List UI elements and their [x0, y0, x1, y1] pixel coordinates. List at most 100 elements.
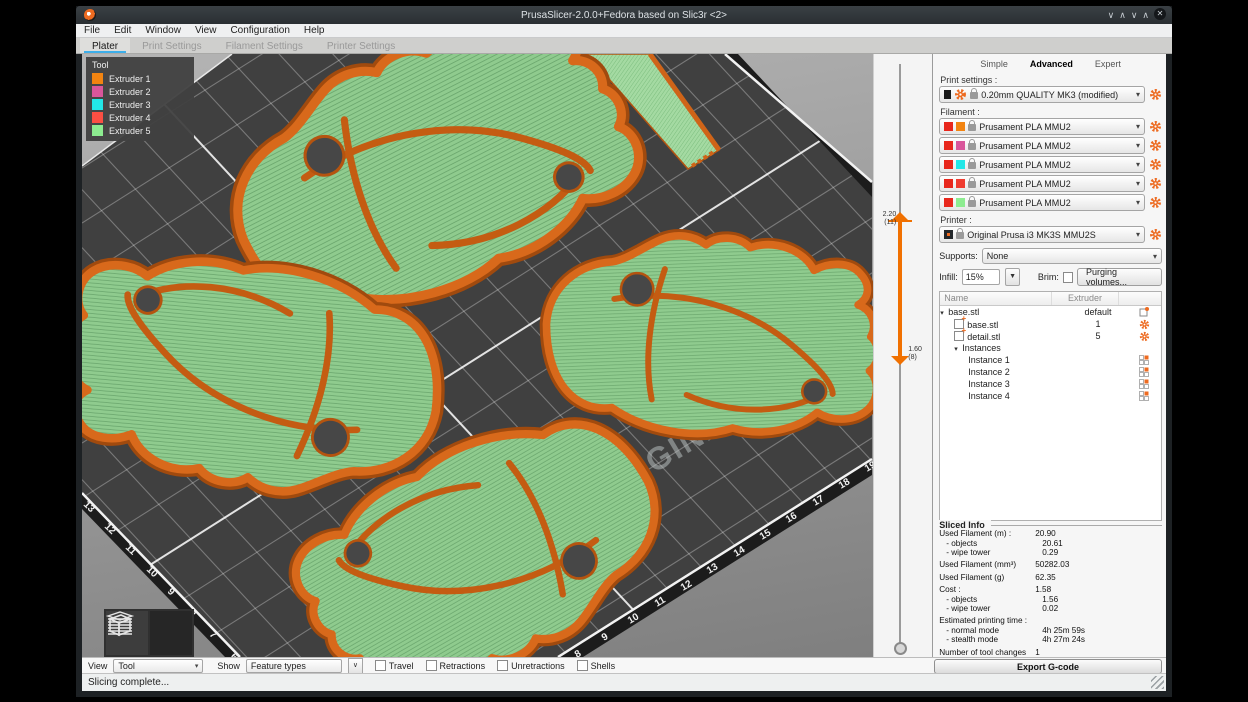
- menu-file[interactable]: File: [84, 25, 100, 36]
- filament-3-select[interactable]: Prusament PLA MMU2 ▾: [939, 156, 1145, 173]
- menu-edit[interactable]: Edit: [114, 25, 131, 36]
- filament-4-gear-icon[interactable]: [1149, 177, 1162, 190]
- volume-row-base[interactable]: base.stl 1: [940, 318, 1161, 330]
- filament-4-color2: [956, 179, 965, 188]
- filament-5-color2: [956, 198, 965, 207]
- purging-volumes-button[interactable]: Purging volumes...: [1077, 268, 1162, 286]
- export-gcode-button[interactable]: Export G-code: [934, 659, 1162, 674]
- object-row-base[interactable]: ▾base.stl default: [940, 306, 1161, 318]
- layer-bottom-label: 1.60(8): [908, 346, 922, 362]
- instances-icon: [1139, 355, 1149, 365]
- instance-row-2[interactable]: Instance 2: [940, 366, 1161, 378]
- view-select[interactable]: Tool▾: [113, 659, 203, 673]
- tab-filament-settings[interactable]: Filament Settings: [214, 38, 315, 53]
- volume-row-detail[interactable]: detail.stl 5: [940, 330, 1161, 342]
- filament-5-gear-icon[interactable]: [1149, 196, 1162, 209]
- 3d-viewport[interactable]: 7 8 9 10 11 12 13 14 15 16 17 18 19 6: [82, 54, 873, 657]
- layer-top-label: 2.20(11): [883, 211, 897, 227]
- object-settings-icon[interactable]: [1139, 307, 1149, 317]
- volume-gear-icon[interactable]: [1139, 319, 1150, 330]
- menu-window[interactable]: Window: [145, 25, 181, 36]
- chevron-down-icon: ▾: [1153, 252, 1157, 261]
- keep-above-icon[interactable]: ∧: [1119, 8, 1126, 22]
- printer-select[interactable]: Original Prusa i3 MK3S MMU2S ▾: [939, 226, 1145, 243]
- filament-2-gear-icon[interactable]: [1149, 139, 1162, 152]
- window-title: PrusaSlicer-2.0.0+Fedora based on Slic3r…: [76, 10, 1172, 21]
- show-select-arrow[interactable]: ∨: [348, 658, 363, 674]
- object-list-header: Name Extruder: [940, 292, 1161, 306]
- brim-label: Brim:: [1038, 272, 1059, 282]
- travel-checkbox[interactable]: [375, 660, 386, 671]
- lock-icon: [968, 124, 976, 131]
- object-list: Name Extruder ▾base.stl default base.stl…: [939, 291, 1162, 521]
- shade-icon[interactable]: ∨: [1108, 8, 1115, 22]
- print-settings-label: Print settings :: [940, 75, 1162, 85]
- brim-checkbox[interactable]: [1063, 272, 1073, 283]
- window-frame-right: [1166, 673, 1172, 691]
- filament-5-color1: [944, 198, 953, 207]
- retractions-checkbox[interactable]: [426, 660, 437, 671]
- close-icon[interactable]: ✕: [1154, 8, 1166, 20]
- filament-4-select[interactable]: Prusament PLA MMU2 ▾: [939, 175, 1145, 192]
- instance-row-1[interactable]: Instance 1: [940, 354, 1161, 366]
- title-bar: PrusaSlicer-2.0.0+Fedora based on Slic3r…: [76, 6, 1172, 24]
- unretractions-checkbox-label: Unretractions: [497, 660, 565, 671]
- instances-icon: [1139, 379, 1149, 389]
- printer-gear-icon[interactable]: [1149, 228, 1162, 241]
- volume-gear-icon[interactable]: [1139, 331, 1150, 342]
- mesh-icon: [954, 331, 964, 341]
- print-settings-gear-icon[interactable]: [1149, 88, 1162, 101]
- settings-panel: Simple Advanced Expert Print settings : …: [932, 54, 1166, 657]
- tab-printer-settings[interactable]: Printer Settings: [315, 38, 407, 53]
- preview-view-button[interactable]: [150, 611, 192, 655]
- chevron-down-icon: ▾: [1136, 160, 1140, 169]
- shells-checkbox-label: Shells: [577, 660, 616, 671]
- infill-dropdown-button[interactable]: ▼: [1005, 268, 1020, 286]
- status-bar: Slicing complete...: [82, 673, 1166, 691]
- filament-1-select[interactable]: Prusament PLA MMU2 ▾: [939, 118, 1145, 135]
- print-settings-select[interactable]: 0.20mm QUALITY MK3 (modified) ▾: [939, 86, 1145, 103]
- filament-2-color2: [956, 141, 965, 150]
- chevron-down-icon: ▾: [1136, 230, 1140, 239]
- filament-2-select[interactable]: Prusament PLA MMU2 ▾: [939, 137, 1145, 154]
- tab-print-settings[interactable]: Print Settings: [130, 38, 213, 53]
- filament-5-select[interactable]: Prusament PLA MMU2 ▾: [939, 194, 1145, 211]
- mode-expert[interactable]: Expert: [1095, 59, 1121, 69]
- instances-icon: [1139, 367, 1149, 377]
- layer-slider-range[interactable]: [898, 219, 902, 356]
- menu-configuration[interactable]: Configuration: [230, 25, 289, 36]
- extruder-2-swatch: [92, 86, 103, 97]
- resize-grip[interactable]: [1151, 676, 1164, 689]
- instances-group-row[interactable]: ▾Instances: [940, 342, 1161, 354]
- filament-1-color2: [956, 122, 965, 131]
- slider-lock-icon[interactable]: [894, 642, 907, 655]
- filament-1-gear-icon[interactable]: [1149, 120, 1162, 133]
- menu-help[interactable]: Help: [304, 25, 325, 36]
- layer-slider-bottom-handle[interactable]: [891, 356, 909, 365]
- shells-checkbox[interactable]: [577, 660, 588, 671]
- mode-advanced[interactable]: Advanced: [1030, 59, 1073, 69]
- mode-selector: Simple Advanced Expert: [939, 59, 1162, 69]
- show-label: Show: [217, 661, 240, 671]
- maximize-icon[interactable]: ∧: [1142, 8, 1149, 22]
- show-select[interactable]: Feature types: [246, 659, 342, 673]
- instance-row-4[interactable]: Instance 4: [940, 390, 1161, 402]
- infill-input[interactable]: 15%: [962, 269, 1001, 285]
- menu-bar: File Edit Window View Configuration Help: [76, 24, 1172, 38]
- supports-select[interactable]: None ▾: [982, 248, 1162, 264]
- lock-icon: [968, 162, 976, 169]
- legend-title: Tool: [92, 60, 188, 70]
- extruder-3-swatch: [92, 99, 103, 110]
- modified-gear-icon: [954, 88, 967, 101]
- filament-3-gear-icon[interactable]: [1149, 158, 1162, 171]
- minimize-icon[interactable]: ∨: [1131, 8, 1138, 22]
- unretractions-checkbox[interactable]: [497, 660, 508, 671]
- preset-icon: [944, 90, 951, 99]
- chevron-down-icon: ▾: [1136, 90, 1140, 99]
- menu-view[interactable]: View: [195, 25, 217, 36]
- tab-plater[interactable]: Plater: [80, 38, 130, 53]
- mode-simple[interactable]: Simple: [980, 59, 1008, 69]
- instance-row-3[interactable]: Instance 3: [940, 378, 1161, 390]
- travel-checkbox-label: Travel: [375, 660, 414, 671]
- printer-icon: [944, 230, 953, 239]
